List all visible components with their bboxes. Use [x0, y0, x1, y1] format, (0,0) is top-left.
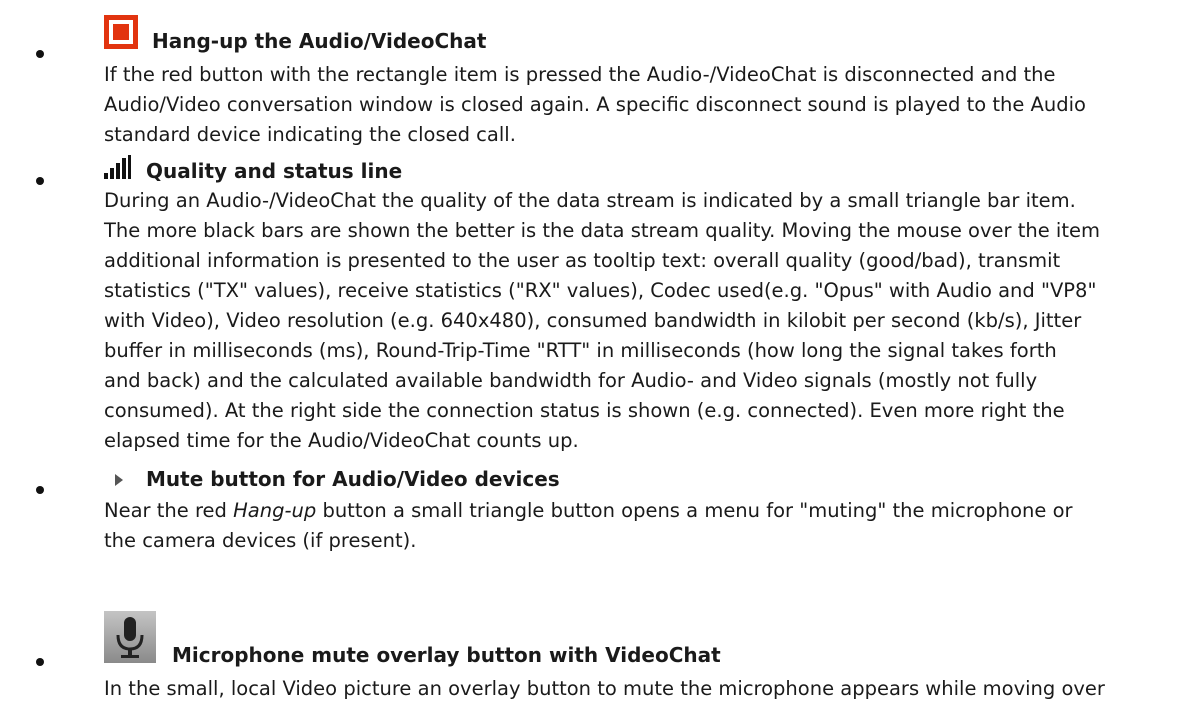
bullet: [36, 658, 44, 666]
text-line: Audio/Video conversation window is close…: [104, 93, 1086, 116]
text-line: and back) and the calculated available b…: [104, 369, 1038, 392]
text-line: In the small, local Video picture an ove…: [104, 677, 1105, 700]
item-heading: Microphone mute overlay button with Vide…: [104, 594, 721, 668]
text-line: During an Audio-/VideoChat the quality o…: [104, 189, 1076, 212]
item-title: Mute button for Audio/Video devices: [146, 467, 560, 491]
bullet: [36, 177, 44, 185]
text-line: buffer in milliseconds (ms), Round-Trip-…: [104, 339, 1057, 362]
item-description: Near the red Hang-up button a small tria…: [104, 496, 1164, 556]
text-fragment: button a small triangle button opens a m…: [316, 499, 1073, 522]
text-line: consumed). At the right side the connect…: [104, 399, 1065, 422]
signal-bars-icon: [104, 155, 132, 184]
item-title: Quality and status line: [146, 159, 403, 183]
document: Hang-up the Audio/VideoChat If the red b…: [0, 0, 1178, 711]
emphasis-hangup: Hang-up: [233, 499, 317, 522]
item-heading: Mute button for Audio/Video devices: [104, 462, 560, 492]
text-line: Near the red Hang-up button a small tria…: [104, 496, 1164, 526]
item-description: If the red button with the rectangle ite…: [104, 60, 1164, 150]
text-fragment: Near the red: [104, 499, 234, 522]
bullet: [36, 50, 44, 58]
text-line: statistics ("TX" values), receive statis…: [104, 279, 1097, 302]
item-title: Microphone mute overlay button with Vide…: [172, 643, 721, 667]
item-heading: Hang-up the Audio/VideoChat: [104, 2, 486, 54]
bullet: [36, 486, 44, 494]
item-description: In the small, local Video picture an ove…: [104, 674, 1164, 704]
text-line: The more black bars are shown the better…: [104, 219, 1100, 242]
text-line: elapsed time for the Audio/VideoChat cou…: [104, 429, 579, 452]
text-line: If the red button with the rectangle ite…: [104, 63, 1056, 86]
microphone-icon: [104, 611, 156, 668]
item-heading: Quality and status line: [104, 150, 402, 184]
stop-square-icon: [104, 15, 138, 54]
text-line: additional information is presented to t…: [104, 249, 1061, 272]
text-line: the camera devices (if present).: [104, 529, 417, 552]
text-line: with Video), Video resolution (e.g. 640x…: [104, 309, 1082, 332]
triangle-right-icon: [114, 468, 124, 492]
text-line: standard device indicating the closed ca…: [104, 123, 516, 146]
item-title: Hang-up the Audio/VideoChat: [152, 29, 487, 53]
item-description: During an Audio-/VideoChat the quality o…: [104, 186, 1164, 456]
